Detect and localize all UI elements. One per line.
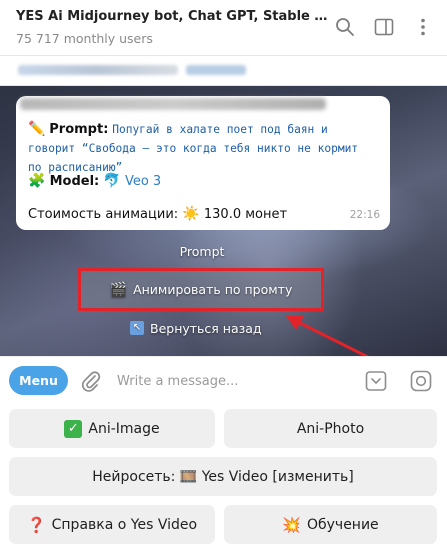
puzzle-icon: 🧩	[28, 173, 46, 189]
question-mark-icon: ❓	[26, 515, 46, 534]
help-label: Справка о Yes Video	[51, 516, 198, 533]
cost-line: Стоимость анимации: ☀️ 130.0 монет	[28, 206, 287, 222]
neural-network-button[interactable]: Нейросеть: 🎞️ Yes Video [изменить]	[9, 457, 437, 496]
prompt-label: Prompt:	[49, 122, 109, 137]
pinned-text-blurred	[18, 65, 178, 75]
red-arrow-annotation	[286, 316, 370, 356]
pinned-message-bar[interactable]	[0, 56, 447, 86]
ani-image-button[interactable]: ✓ Ani-Image	[9, 409, 215, 448]
video-message-icon[interactable]	[409, 369, 433, 393]
ani-image-label: Ani-Image	[88, 420, 160, 437]
search-icon[interactable]	[334, 16, 356, 38]
model-value: Veo 3	[124, 174, 162, 189]
chat-title[interactable]: YES Ai Midjourney bot, Chat GPT, Stable …	[16, 9, 331, 24]
blurred-text	[20, 98, 326, 110]
cost-label: Стоимость анимации:	[28, 207, 179, 222]
back-button-label: Вернуться назад	[150, 320, 262, 336]
chat-area[interactable]: ✏️ Prompt: Попугай в халате поет под бая…	[0, 56, 447, 356]
pinned-link-blurred	[186, 65, 246, 75]
reply-keyboard: ✓ Ani-Image Ani-Photo Нейросеть: 🎞️ Yes …	[0, 402, 447, 550]
message-bubble[interactable]: ✏️ Prompt: Попугай в халате поет под бая…	[16, 96, 390, 230]
animate-button-label: Анимировать по промту	[133, 282, 293, 297]
help-yes-video-button[interactable]: ❓ Справка о Yes Video	[9, 505, 215, 544]
training-label: Обучение	[306, 516, 379, 533]
inline-keyboard-title: Prompt	[179, 244, 225, 259]
model-line: 🧩 Model: 🐬 Veo 3	[28, 173, 161, 189]
keyboard-toggle-icon[interactable]	[364, 369, 388, 393]
ani-photo-button[interactable]: Ani-Photo	[224, 409, 437, 448]
ani-photo-label: Ani-Photo	[296, 420, 365, 437]
message-input[interactable]	[117, 370, 347, 392]
coin-icon: ☀️	[182, 206, 200, 222]
sidebar-toggle-icon[interactable]	[373, 16, 395, 38]
collision-icon: 💥	[282, 515, 301, 534]
neural-network-label: Нейросеть: 🎞️ Yes Video [изменить]	[92, 468, 354, 485]
dolphin-icon: 🐬	[103, 173, 121, 189]
chat-header: YES Ai Midjourney bot, Chat GPT, Stable …	[0, 0, 447, 56]
prompt-line: ✏️ Prompt: Попугай в халате поет под бая…	[28, 120, 378, 177]
check-mark-icon: ✓	[64, 419, 83, 438]
clapperboard-icon: 🎬	[109, 281, 128, 298]
model-label: Model:	[49, 174, 100, 189]
training-button[interactable]: 💥 Обучение	[224, 505, 437, 544]
chat-subtitle: 75 717 monthly users	[16, 31, 153, 46]
cost-value: 130.0 монет	[203, 207, 288, 222]
message-composer: Menu	[0, 356, 447, 402]
back-arrow-icon: ↖	[130, 321, 144, 335]
pencil-icon: ✏️	[28, 121, 46, 137]
back-button[interactable]: ↖ Вернуться назад	[130, 318, 280, 338]
menu-button[interactable]: Menu	[9, 366, 68, 395]
more-icon[interactable]	[412, 16, 434, 38]
message-time: 22:16	[349, 209, 380, 221]
animate-by-prompt-button[interactable]: 🎬 Анимировать по промту	[78, 268, 324, 311]
attach-icon[interactable]	[79, 369, 103, 393]
